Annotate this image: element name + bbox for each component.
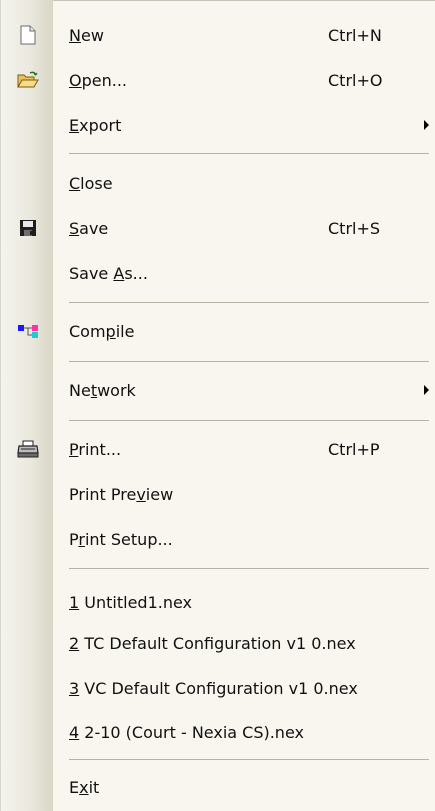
menu-item-label: New bbox=[69, 25, 104, 45]
menu-item-label: Open... bbox=[69, 70, 127, 90]
open-folder-icon bbox=[17, 69, 39, 91]
menu-item-export[interactable]: Export bbox=[1, 107, 435, 143]
shortcut-label: Ctrl+P bbox=[328, 439, 380, 459]
menu-separator bbox=[69, 361, 429, 362]
shortcut-label: Ctrl+N bbox=[328, 25, 382, 45]
menu-item-exit[interactable]: Exit bbox=[1, 769, 435, 805]
compile-icon bbox=[17, 320, 39, 342]
menu-item-recent-file[interactable]: 2 TC Default Configuration v1 0.nex bbox=[1, 625, 435, 661]
menu-item-label: Compile bbox=[69, 321, 135, 341]
menu-item-label: Print... bbox=[69, 439, 122, 459]
menu-separator bbox=[69, 153, 429, 154]
menu-separator bbox=[69, 420, 429, 421]
menu-item-new[interactable]: New Ctrl+N bbox=[1, 17, 435, 53]
menu-item-save[interactable]: Save Ctrl+S bbox=[1, 210, 435, 246]
menu-item-label: 3 VC Default Configuration v1 0.nex bbox=[69, 678, 358, 698]
menu-item-print-preview[interactable]: Print Preview bbox=[1, 476, 435, 512]
printer-icon bbox=[17, 438, 39, 460]
menu-item-label: 2 TC Default Configuration v1 0.nex bbox=[69, 633, 356, 653]
submenu-arrow-icon bbox=[424, 385, 429, 395]
menu-item-label: Close bbox=[69, 173, 113, 193]
floppy-disk-icon bbox=[17, 217, 39, 239]
menu-item-print[interactable]: Print... Ctrl+P bbox=[1, 431, 435, 467]
menu-item-label: 4 2-10 (Court - Nexia CS).nex bbox=[69, 722, 304, 742]
menu-item-compile[interactable]: Compile bbox=[1, 313, 435, 349]
menu-item-label: Save bbox=[69, 218, 109, 238]
menu-item-label: Network bbox=[69, 380, 136, 400]
menu-item-open[interactable]: Open... Ctrl+O bbox=[1, 62, 435, 98]
menu-top-border bbox=[53, 0, 435, 1]
menu-item-close[interactable]: Close bbox=[1, 165, 435, 201]
menu-item-label: Print Setup... bbox=[69, 529, 173, 549]
menu-item-label: Exit bbox=[69, 777, 100, 797]
menu-separator bbox=[69, 302, 429, 303]
menu-item-recent-file[interactable]: 1 Untitled1.nex bbox=[1, 584, 435, 620]
new-document-icon bbox=[17, 24, 39, 46]
menu-item-label: Save As... bbox=[69, 263, 148, 283]
menu-item-save-as[interactable]: Save As... bbox=[1, 255, 435, 291]
menu-separator bbox=[69, 759, 429, 760]
menu-item-label: Export bbox=[69, 115, 122, 135]
menu-item-recent-file[interactable]: 4 2-10 (Court - Nexia CS).nex bbox=[1, 714, 435, 750]
submenu-arrow-icon bbox=[424, 120, 429, 130]
menu-item-network[interactable]: Network bbox=[1, 372, 435, 408]
menu-item-label: Print Preview bbox=[69, 484, 174, 504]
menu-item-label: 1 Untitled1.nex bbox=[69, 592, 192, 612]
menu-item-print-setup[interactable]: Print Setup... bbox=[1, 521, 435, 557]
shortcut-label: Ctrl+S bbox=[328, 218, 381, 238]
shortcut-label: Ctrl+O bbox=[328, 70, 383, 90]
menu-item-recent-file[interactable]: 3 VC Default Configuration v1 0.nex bbox=[1, 670, 435, 706]
file-menu: New Ctrl+N Open... Ctrl+O Export Close S… bbox=[0, 0, 435, 811]
menu-separator bbox=[69, 568, 429, 569]
